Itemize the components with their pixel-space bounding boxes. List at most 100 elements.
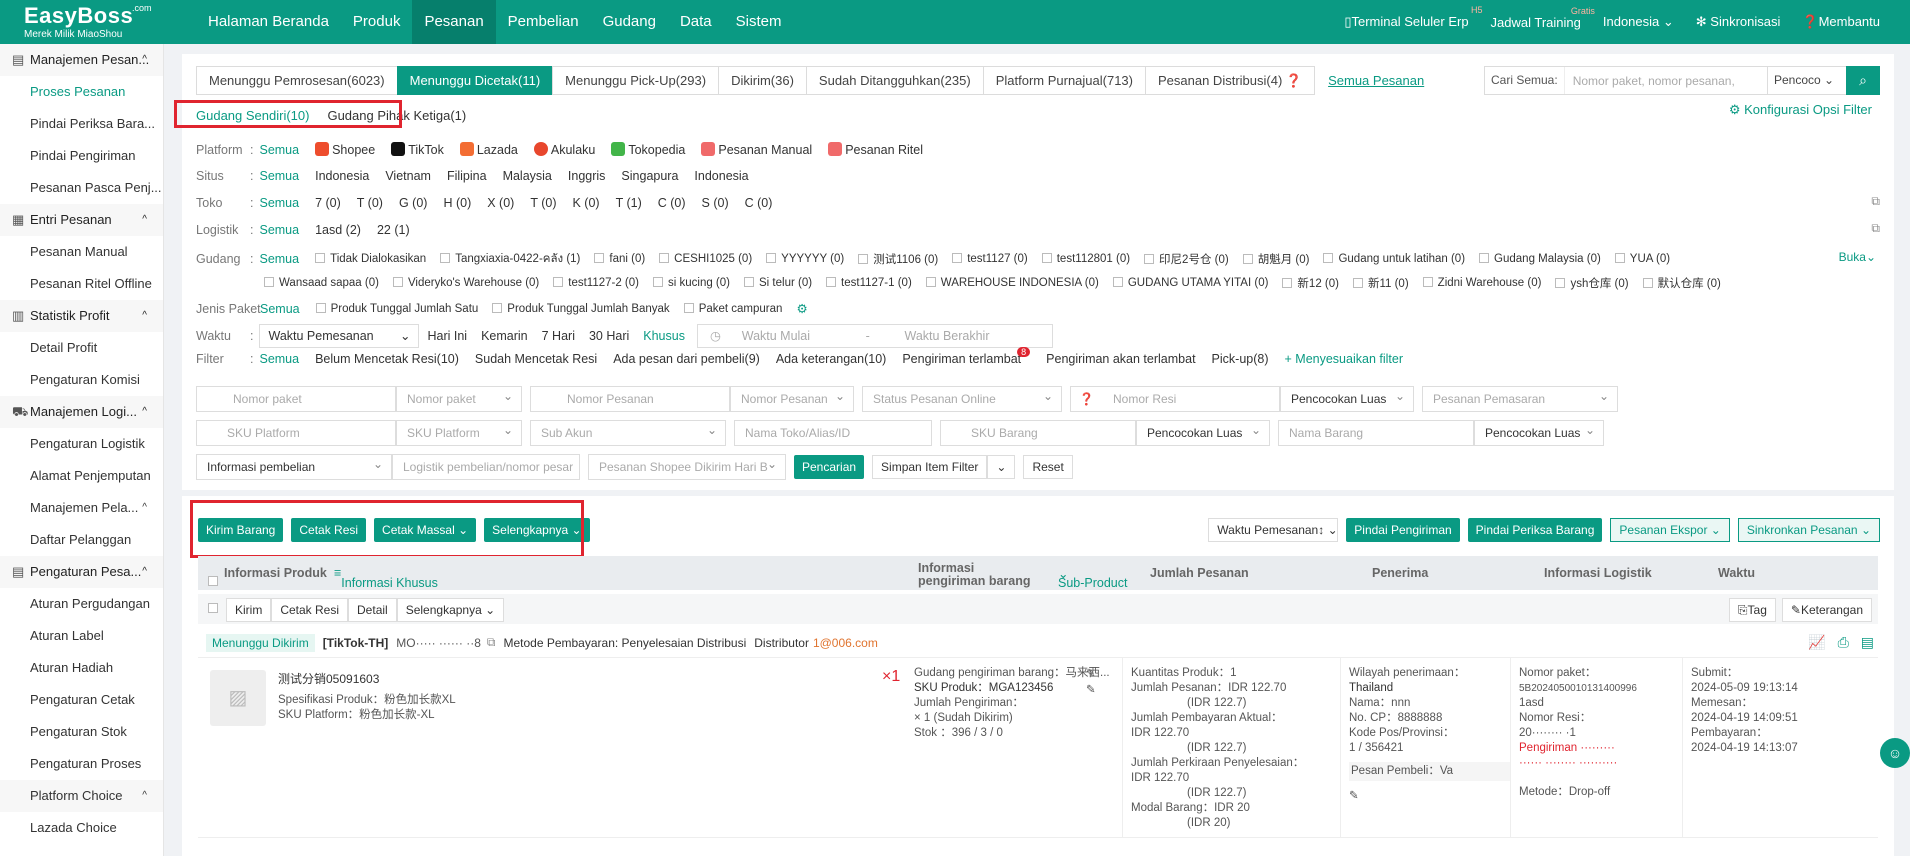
site-option[interactable]: Indonesia: [315, 169, 369, 183]
warehouse-checkbox[interactable]: Zidni Warehouse (0): [1422, 277, 1541, 289]
sidebar-item-scan-check[interactable]: Pindai Periksa Bara...: [0, 108, 163, 140]
terminal-link[interactable]: ▯Terminal Seluler Erp H5: [1344, 5, 1482, 30]
site-option[interactable]: Malaysia: [503, 169, 552, 183]
platform-lazada[interactable]: Lazada: [459, 142, 518, 157]
flag-option[interactable]: Pick-up(8): [1212, 352, 1269, 366]
sidebar-item-commission[interactable]: Pengaturan Komisi: [0, 364, 163, 396]
package-no-select[interactable]: Nomor paket: [396, 386, 522, 412]
sidebar-item-process-orders[interactable]: Proses Pesanan: [0, 76, 163, 108]
sub-product-toggle[interactable]: Sub-Product ⌄: [1058, 566, 1127, 590]
sidebar-item-after-sales[interactable]: Pesanan Pasca Penj...: [0, 172, 163, 204]
online-status-select[interactable]: Status Pesanan Online: [862, 386, 1062, 412]
platform-manual[interactable]: Pesanan Manual: [701, 142, 812, 157]
platform-retail[interactable]: Pesanan Ritel: [828, 142, 923, 157]
time-today[interactable]: Hari Ini: [427, 329, 467, 343]
sidebar-item-profit-detail[interactable]: Detail Profit: [0, 332, 163, 364]
logo[interactable]: EasyBoss .com Merek Milik MiaoShou: [24, 3, 154, 41]
store-name-input[interactable]: Nama Toko/Alias/ID: [734, 420, 932, 446]
nav-home[interactable]: Halaman Beranda: [196, 0, 341, 44]
sidebar-item-platform-choice[interactable]: Platform Choice ^: [0, 780, 163, 812]
warehouse-checkbox[interactable]: Wansaad sapaa (0): [264, 277, 379, 289]
row-print-button[interactable]: Cetak Resi: [271, 598, 349, 622]
product-name[interactable]: 测试分销05091603: [278, 672, 456, 687]
warehouse-checkbox[interactable]: YUA (0): [1614, 253, 1670, 265]
warehouse-checkbox[interactable]: Si telur (0): [744, 277, 812, 289]
expand-icon[interactable]: ⧉: [1871, 221, 1880, 236]
site-all[interactable]: Semua: [259, 169, 299, 183]
sidebar-item-stock-settings[interactable]: Pengaturan Stok: [0, 716, 163, 748]
chart-icon[interactable]: 📈: [1808, 634, 1825, 651]
marketing-order-select[interactable]: Pesanan Pemasaran: [1422, 386, 1618, 412]
store-option[interactable]: C (0): [745, 196, 773, 210]
sidebar-group-logistics[interactable]: ⛟ Manajemen Logi... ^: [0, 396, 163, 428]
tag-button[interactable]: ⎘Tag: [1728, 598, 1776, 622]
logistics-all[interactable]: Semua: [259, 223, 299, 237]
sidebar-item-scan-ship[interactable]: Pindai Pengiriman: [0, 140, 163, 172]
sub-account-select[interactable]: Sub Akun: [530, 420, 726, 446]
flag-option[interactable]: Pengiriman akan terlambat: [1046, 352, 1195, 366]
order-no-input[interactable]: Nomor Pesanan: [530, 386, 730, 412]
sidebar-item-logistic-settings[interactable]: Pengaturan Logistik: [0, 428, 163, 460]
nav-data[interactable]: Data: [668, 0, 724, 44]
warehouse-checkbox[interactable]: test112801 (0): [1041, 253, 1130, 265]
sidebar-item-gift-rules[interactable]: Aturan Hadiah: [0, 652, 163, 684]
tab-pending-pickup[interactable]: Menunggu Pick-Up(293): [552, 66, 720, 95]
time-7days[interactable]: 7 Hari: [542, 329, 575, 343]
time-30days[interactable]: 30 Hari: [589, 329, 629, 343]
sync-orders-button[interactable]: Sinkronkan Pesanan ⌄: [1737, 518, 1880, 542]
warehouse-checkbox[interactable]: CESHI1025 (0): [659, 253, 752, 265]
tab-after-sales[interactable]: Platform Purnajual(713): [982, 66, 1146, 95]
purchase-info-select[interactable]: Informasi pembelian: [196, 454, 392, 480]
flag-option[interactable]: Ada pesan dari pembeli(9): [613, 352, 760, 366]
sidebar-item-print-settings[interactable]: Pengaturan Cetak: [0, 684, 163, 716]
flag-all[interactable]: Semua: [259, 352, 299, 366]
remark-button[interactable]: ✎Keterangan: [1781, 598, 1872, 622]
sync-link[interactable]: ✻ Sinkronisasi: [1696, 14, 1781, 30]
sidebar-item-process-settings[interactable]: Pengaturan Proses: [0, 748, 163, 780]
search-input[interactable]: Nomor paket, nomor pesanan,: [1565, 74, 1767, 88]
store-all[interactable]: Semua: [259, 196, 299, 210]
package-all[interactable]: Semua: [260, 302, 300, 316]
item-sku-input[interactable]: SKU Barang: [940, 420, 1136, 446]
tab-suspended[interactable]: Sudah Ditangguhkan(235): [805, 66, 984, 95]
package-no-input[interactable]: Nomor paket: [196, 386, 396, 412]
store-option[interactable]: X (0): [487, 196, 514, 210]
warehouse-expand-link[interactable]: Buka⌄: [1839, 250, 1876, 264]
store-option[interactable]: C (0): [658, 196, 686, 210]
site-option[interactable]: Indonesia: [694, 169, 748, 183]
export-button[interactable]: Pesanan Ekspor ⌄: [1610, 518, 1730, 542]
save-filter-dropdown[interactable]: ⌄: [987, 455, 1016, 479]
shopee-ship-select[interactable]: Pesanan Shopee Dikirim Hari B: [588, 454, 786, 480]
logistics-option[interactable]: 1asd (2): [315, 223, 361, 237]
sidebar-item-label-rules[interactable]: Aturan Label: [0, 620, 163, 652]
row-checkbox[interactable]: [208, 603, 218, 613]
sidebar-group-profit[interactable]: ▥ Statistik Profit ^: [0, 300, 163, 332]
warehouse-checkbox[interactable]: test1127-1 (0): [826, 277, 912, 289]
language-select[interactable]: Indonesia ⌄: [1603, 14, 1674, 30]
row-ship-button[interactable]: Kirim: [226, 598, 272, 622]
warehouse-checkbox[interactable]: fani (0): [594, 253, 645, 265]
site-option[interactable]: Vietnam: [385, 169, 431, 183]
time-custom[interactable]: Khusus: [643, 329, 685, 343]
warehouse-checkbox[interactable]: 印尼2号仓 (0): [1144, 251, 1229, 267]
all-orders-link[interactable]: Semua Pesanan: [1328, 66, 1424, 95]
warehouse-checkbox[interactable]: 新12 (0): [1282, 275, 1339, 291]
store-option[interactable]: S (0): [702, 196, 729, 210]
warehouse-checkbox[interactable]: ysh仓库 (0): [1555, 275, 1629, 291]
resi-input[interactable]: ❓ Nomor Resi: [1070, 386, 1280, 412]
flag-option[interactable]: Sudah Mencetak Resi: [475, 352, 597, 366]
row-more-button[interactable]: Selengkapnya ⌄: [396, 598, 505, 622]
flag-option[interactable]: Belum Mencetak Resi(10): [315, 352, 459, 366]
platform-tiktok[interactable]: TikTok: [391, 142, 444, 157]
flag-option[interactable]: Ada keterangan(10): [776, 352, 887, 366]
sidebar-item-customer-mgmt[interactable]: Manajemen Pela... ^: [0, 492, 163, 524]
sidebar-item-pickup-address[interactable]: Alamat Penjemputan: [0, 460, 163, 492]
store-option[interactable]: H (0): [443, 196, 471, 210]
warehouse-checkbox[interactable]: GUDANG UTAMA YITAI (0): [1112, 277, 1268, 289]
sidebar-item-manual-order[interactable]: Pesanan Manual: [0, 236, 163, 268]
tab-pending-process[interactable]: Menunggu Pemrosesan(6023): [196, 66, 398, 95]
resi-match-select[interactable]: Pencocokan Luas: [1280, 386, 1414, 412]
item-name-match-select[interactable]: Pencocokan Luas: [1474, 420, 1604, 446]
tab-distribution[interactable]: Pesanan Distribusi(4) ❓: [1145, 66, 1316, 95]
warehouse-checkbox[interactable]: WAREHOUSE INDONESIA (0): [925, 277, 1099, 289]
